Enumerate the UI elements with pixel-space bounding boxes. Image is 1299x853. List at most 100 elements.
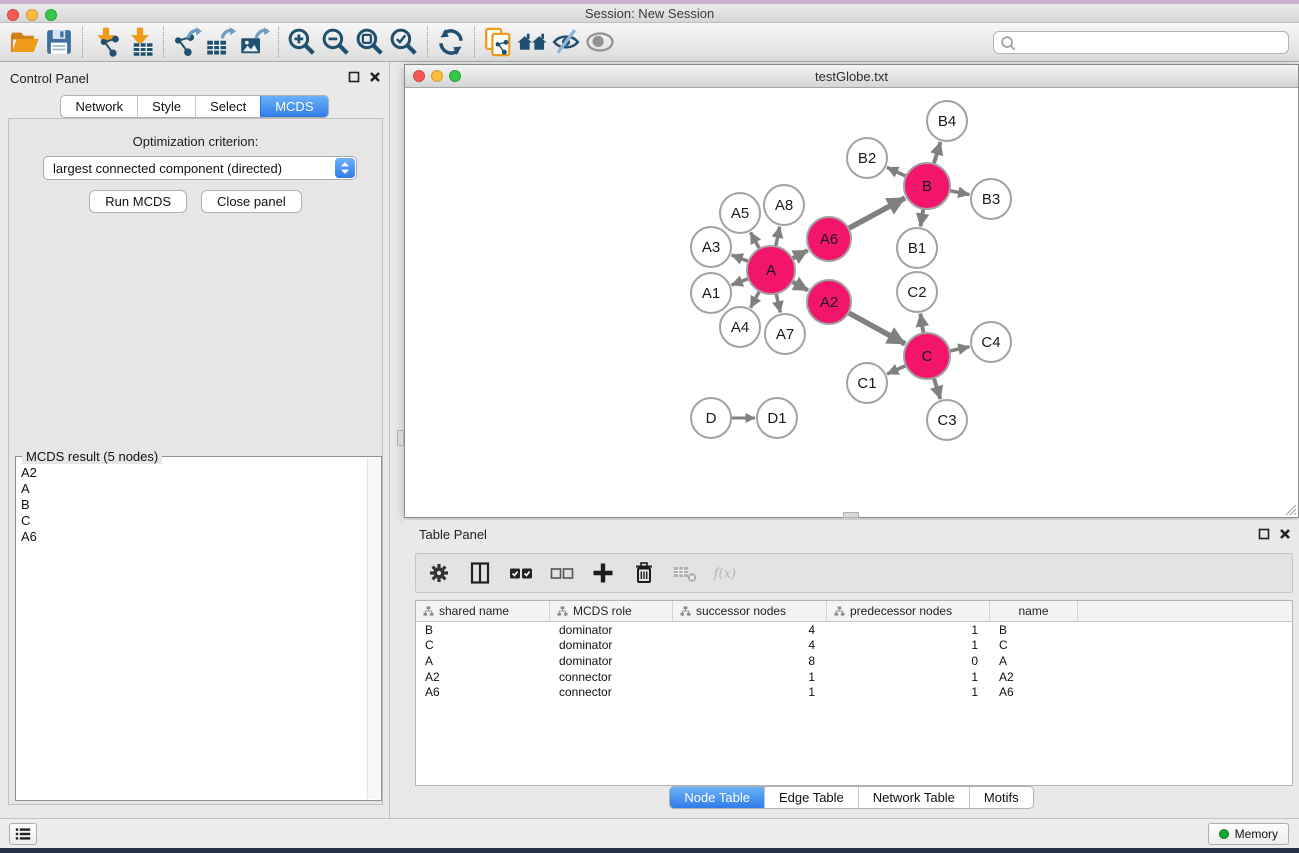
float-panel-icon[interactable]: [1258, 528, 1270, 540]
tab-node-table[interactable]: Node Table: [670, 787, 764, 808]
column-visibility-icon[interactable]: [467, 560, 493, 586]
table-cell[interactable]: 0: [827, 654, 990, 668]
graph-node-A8[interactable]: A8: [764, 185, 804, 225]
memory-button[interactable]: Memory: [1208, 823, 1289, 845]
tab-network[interactable]: Network: [61, 96, 137, 117]
table-row[interactable]: Adominator80A: [416, 653, 1292, 669]
graph-node-C2[interactable]: C2: [897, 272, 937, 312]
tab-edge-table[interactable]: Edge Table: [764, 787, 858, 808]
table-cell[interactable]: 1: [827, 623, 990, 637]
close-panel-button[interactable]: Close panel: [201, 190, 302, 213]
birds-eye-icon[interactable]: [515, 25, 549, 59]
graph-node-B1[interactable]: B1: [897, 228, 937, 268]
table-cell[interactable]: 1: [827, 638, 990, 652]
graph-node-A[interactable]: A: [747, 246, 795, 294]
table-cell[interactable]: 4: [673, 623, 827, 637]
select-all-rows-icon[interactable]: [508, 560, 534, 586]
table-cell[interactable]: A6: [990, 685, 1078, 699]
mcds-result-item[interactable]: A: [21, 481, 366, 497]
run-mcds-button[interactable]: Run MCDS: [89, 190, 187, 213]
zoom-window-button[interactable]: [45, 9, 57, 21]
graph-node-B2[interactable]: B2: [847, 138, 887, 178]
tab-style[interactable]: Style: [137, 96, 195, 117]
open-session-icon[interactable]: [8, 25, 42, 59]
table-cell[interactable]: A2: [416, 670, 550, 684]
column-header-MCDS-role[interactable]: MCDS role: [550, 601, 673, 621]
optimization-criterion-select[interactable]: largest connected component (directed): [43, 156, 357, 180]
table-row[interactable]: Bdominator41B: [416, 622, 1292, 638]
zoom-fit-icon[interactable]: [353, 25, 387, 59]
graph-node-C3[interactable]: C3: [927, 400, 967, 440]
zoom-out-icon[interactable]: [319, 25, 353, 59]
mcds-result-item[interactable]: A6: [21, 529, 366, 545]
graph-node-A1[interactable]: A1: [691, 273, 731, 313]
show-hide-eye-icon[interactable]: [583, 25, 617, 59]
column-header-name[interactable]: name: [990, 601, 1078, 621]
graph-node-D[interactable]: D: [691, 398, 731, 438]
export-network-icon[interactable]: [170, 25, 204, 59]
table-cell[interactable]: 4: [673, 638, 827, 652]
tab-network-table[interactable]: Network Table: [858, 787, 969, 808]
graph-node-B4[interactable]: B4: [927, 101, 967, 141]
close-panel-icon[interactable]: [369, 71, 381, 83]
graph-node-A6[interactable]: A6: [807, 217, 851, 261]
table-cell[interactable]: A6: [416, 685, 550, 699]
table-cell[interactable]: dominator: [550, 623, 673, 637]
network-close-button[interactable]: [413, 70, 425, 82]
tab-motifs[interactable]: Motifs: [969, 787, 1033, 808]
mcds-result-item[interactable]: B: [21, 497, 366, 513]
tab-select[interactable]: Select: [195, 96, 260, 117]
table-row[interactable]: A6connector11A6: [416, 684, 1292, 700]
minimize-window-button[interactable]: [26, 9, 38, 21]
table-settings-gear-icon[interactable]: [426, 560, 452, 586]
table-cell[interactable]: connector: [550, 670, 673, 684]
splitter-handle-left[interactable]: [397, 430, 404, 446]
graph-node-C4[interactable]: C4: [971, 322, 1011, 362]
import-network-icon[interactable]: [89, 25, 123, 59]
graph-node-D1[interactable]: D1: [757, 398, 797, 438]
table-cell[interactable]: B: [990, 623, 1078, 637]
save-session-icon[interactable]: [42, 25, 76, 59]
graph-node-A7[interactable]: A7: [765, 314, 805, 354]
import-table-icon[interactable]: [123, 25, 157, 59]
close-panel-icon[interactable]: [1279, 528, 1291, 540]
delete-column-icon[interactable]: [631, 560, 657, 586]
table-row[interactable]: A2connector11A2: [416, 669, 1292, 685]
table-cell[interactable]: A: [990, 654, 1078, 668]
graph-node-A4[interactable]: A4: [720, 307, 760, 347]
float-panel-icon[interactable]: [348, 71, 360, 83]
mcds-result-scrollbar[interactable]: [367, 458, 380, 799]
add-column-icon[interactable]: [590, 560, 616, 586]
deselect-all-rows-icon[interactable]: [549, 560, 575, 586]
mcds-result-item[interactable]: A2: [21, 465, 366, 481]
table-cell[interactable]: A2: [990, 670, 1078, 684]
graph-node-C[interactable]: C: [904, 333, 950, 379]
network-zoom-button[interactable]: [449, 70, 461, 82]
column-header-successor-nodes[interactable]: successor nodes: [673, 601, 827, 621]
table-cell[interactable]: 1: [673, 670, 827, 684]
refresh-icon[interactable]: [434, 25, 468, 59]
tab-mcds[interactable]: MCDS: [260, 96, 327, 117]
resize-grip-icon[interactable]: [1283, 502, 1297, 516]
graph-node-B[interactable]: B: [904, 163, 950, 209]
splitter-handle-bottom[interactable]: [843, 512, 859, 518]
column-header-shared-name[interactable]: shared name: [416, 601, 550, 621]
zoom-selected-icon[interactable]: [387, 25, 421, 59]
column-header-predecessor-nodes[interactable]: predecessor nodes: [827, 601, 990, 621]
table-cell[interactable]: B: [416, 623, 550, 637]
network-window-titlebar[interactable]: testGlobe.txt: [405, 65, 1298, 88]
task-history-button[interactable]: [9, 823, 37, 845]
graph-node-C1[interactable]: C1: [847, 363, 887, 403]
network-minimize-button[interactable]: [431, 70, 443, 82]
table-row[interactable]: Cdominator41C: [416, 638, 1292, 654]
export-table-icon[interactable]: [204, 25, 238, 59]
table-cell[interactable]: 8: [673, 654, 827, 668]
network-canvas[interactable]: B4 B2 B B3 A8 A5 A6 A3 B1 A C2 A1 A2 A4 …: [405, 88, 1298, 517]
graph-node-A3[interactable]: A3: [691, 227, 731, 267]
table-cell[interactable]: 1: [827, 670, 990, 684]
table-cell[interactable]: dominator: [550, 654, 673, 668]
graph-node-B3[interactable]: B3: [971, 179, 1011, 219]
graphics-details-icon[interactable]: [549, 25, 583, 59]
table-cell[interactable]: C: [990, 638, 1078, 652]
table-cell[interactable]: 1: [827, 685, 990, 699]
